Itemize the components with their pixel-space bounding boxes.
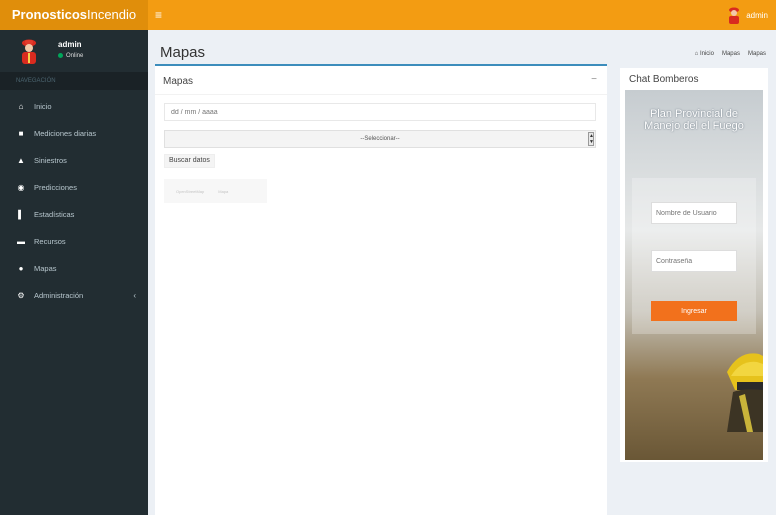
map-layer-osm[interactable]: OpenStreetMap	[176, 189, 204, 194]
sidebar-item-estadisticas[interactable]: ▌ Estadísticas	[0, 201, 148, 228]
box-title: Mapas	[163, 76, 194, 87]
brand-logo[interactable]: PronosticosIncendio	[0, 0, 148, 30]
header-user-name: admin	[746, 10, 768, 20]
brand-name-bold: Pronosticos	[11, 7, 87, 22]
database-icon: ■	[18, 129, 24, 138]
map-controls: OpenStreetMap Mapa	[164, 179, 267, 203]
breadcrumb: ⌂ Inicio Mapas Mapas	[695, 51, 766, 57]
login-panel: Plan Provincial de Manejo del el Fuego I…	[625, 90, 763, 460]
top-navbar: PronosticosIncendio ≡ admin	[0, 0, 776, 30]
firefighter-image	[727, 353, 763, 432]
search-data-button[interactable]: Buscar datos	[164, 154, 215, 168]
sidebar-item-label: Predicciones	[34, 183, 77, 192]
sidebar-item-inicio[interactable]: ⌂ Inicio	[0, 93, 148, 120]
sidebar-item-predicciones[interactable]: ◉ Predicciones	[0, 174, 148, 201]
select-value: --Seleccionar--	[360, 136, 400, 142]
sidebar-toggle-icon[interactable]: ≡	[155, 9, 167, 21]
sidebar-item-label: Mapas	[34, 264, 57, 273]
user-status-label: Online	[66, 53, 84, 60]
content-header: Mapas ⌂ Inicio Mapas Mapas	[148, 30, 776, 64]
username-input[interactable]	[651, 202, 737, 224]
chat-box: Chat Bomberos Plan Provincial de Manejo …	[620, 68, 768, 462]
online-dot-icon	[58, 53, 63, 58]
box-divider	[155, 94, 607, 95]
user-panel: admin Online	[0, 30, 148, 70]
menu-section-header: NAVEGACIÓN	[0, 72, 148, 90]
login-form: Ingresar	[632, 178, 756, 334]
bar-chart-icon: ▌	[18, 210, 24, 219]
fire-icon: ▲	[17, 156, 25, 165]
sidebar-item-label: Administración	[34, 291, 84, 300]
page-title: Mapas	[160, 44, 206, 61]
home-icon: ⌂	[18, 102, 24, 111]
sidebar-item-label: Mediciones diarias	[34, 129, 97, 138]
login-title: Plan Provincial de Manejo del el Fuego	[644, 108, 744, 132]
collapse-icon[interactable]: −	[591, 74, 597, 85]
firefighter-avatar-icon	[22, 39, 36, 64]
eye-icon: ◉	[17, 183, 25, 192]
password-input[interactable]	[651, 250, 737, 272]
sidebar-item-label: Recursos	[34, 237, 66, 246]
date-input[interactable]	[164, 103, 596, 121]
globe-icon: ●	[18, 264, 24, 273]
sidebar-item-administracion[interactable]: ⚙ Administración ‹	[0, 282, 148, 309]
sidebar: admin Online NAVEGACIÓN ⌂ Inicio ■ Medicio…	[0, 30, 148, 515]
sidebar-item-mapas[interactable]: ● Mapas	[0, 255, 148, 282]
map-layer-map[interactable]: Mapa	[218, 189, 228, 194]
sidebar-menu: ⌂ Inicio ■ Mediciones diarias ▲ Siniestros …	[0, 93, 148, 309]
select-arrows-icon[interactable]: ▲ ▼	[588, 132, 594, 146]
maps-box: Mapas − --Seleccionar-- ▲▼ Buscar datos …	[155, 64, 607, 515]
sidebar-item-label: Estadísticas	[34, 210, 75, 219]
breadcrumb-item-inicio[interactable]: ⌂ Inicio	[695, 51, 714, 57]
chevron-left-icon: ‹	[133, 291, 136, 300]
location-select[interactable]: --Seleccionar-- ▲ ▼	[164, 130, 596, 148]
truck-icon: ▬	[17, 237, 25, 246]
user-status: Online	[58, 53, 83, 59]
sidebar-user-name: admin	[58, 40, 82, 49]
breadcrumb-item-mapas[interactable]: Mapas	[722, 51, 740, 57]
chat-box-title: Chat Bomberos	[629, 74, 699, 85]
breadcrumb-item-current: Mapas	[747, 51, 766, 57]
login-button[interactable]: Ingresar	[651, 301, 737, 321]
user-menu[interactable]: admin	[727, 5, 768, 25]
breadcrumb-label: Inicio	[699, 51, 714, 57]
brand-name-light: Incendio	[86, 7, 137, 22]
sidebar-item-siniestros[interactable]: ▲ Siniestros	[0, 147, 148, 174]
sidebar-item-recursos[interactable]: ▬ Recursos	[0, 228, 148, 255]
sidebar-item-mediciones[interactable]: ■ Mediciones diarias	[0, 120, 148, 147]
sidebar-item-label: Inicio	[34, 102, 52, 111]
gear-icon: ⚙	[17, 291, 25, 300]
sidebar-item-label: Siniestros	[34, 156, 67, 165]
firefighter-avatar-icon	[729, 7, 740, 24]
